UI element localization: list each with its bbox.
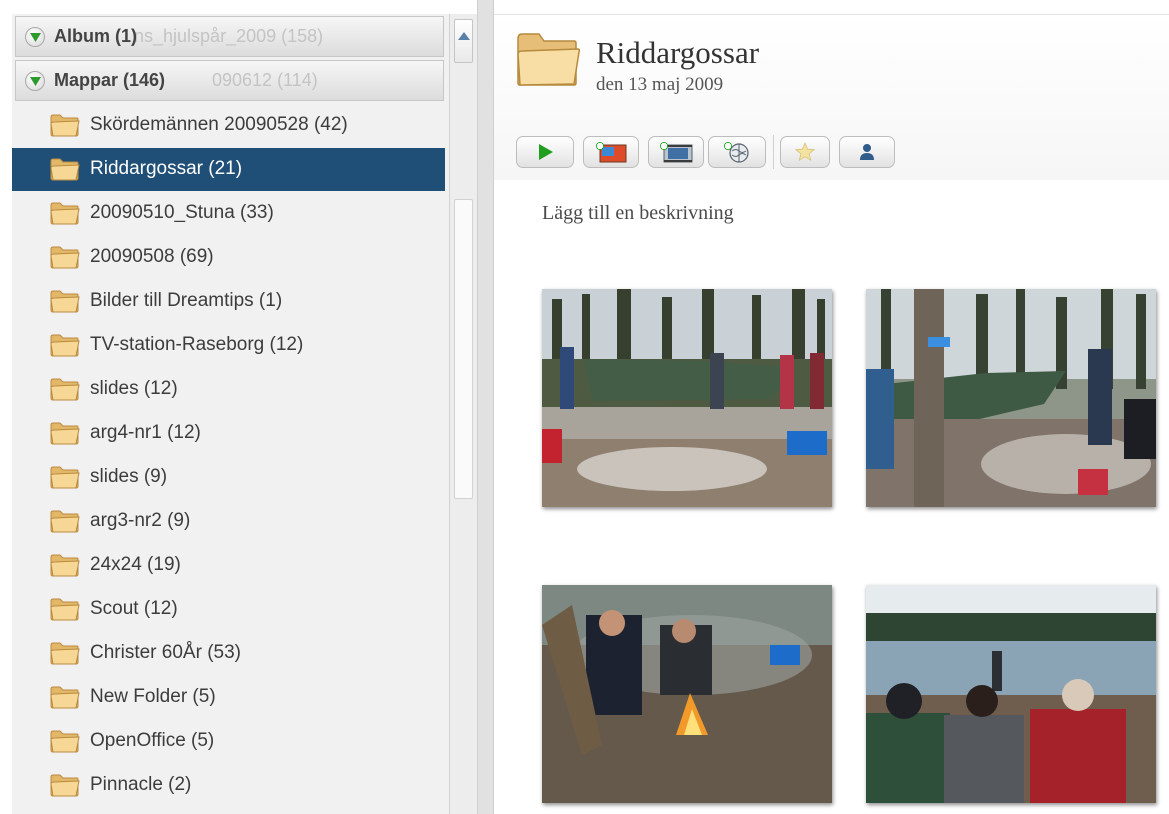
add-photo-icon	[596, 142, 627, 163]
play-icon	[539, 144, 553, 160]
person-icon	[860, 144, 874, 160]
folder-label: OpenOffice (5)	[90, 730, 215, 751]
photo-thumbnail[interactable]	[866, 585, 1156, 803]
folder-sidebar: ns_hjulspår_2009 (158) Album (1) 090612 …	[12, 14, 477, 814]
play-slideshow-button[interactable]	[516, 136, 574, 168]
folder-icon	[50, 289, 80, 318]
folder-icon	[50, 641, 80, 670]
folder-label: New Folder (5)	[90, 686, 216, 707]
folder-icon	[50, 597, 80, 626]
folder-label: Skördemännen 20090528 (42)	[90, 114, 348, 135]
folder-icon	[50, 553, 80, 582]
photo-lake-view	[866, 585, 1156, 803]
folder-icon	[50, 729, 80, 758]
folder-large-icon	[517, 33, 580, 86]
rate-button[interactable]	[780, 136, 830, 168]
folder-item[interactable]: Skördemännen 20090528 (42)	[12, 104, 445, 147]
folder-icon	[50, 201, 80, 230]
folder-label: Scout (12)	[90, 598, 178, 619]
folder-label: Christer 60År (53)	[90, 642, 241, 663]
expand-arrow-icon[interactable]	[25, 27, 45, 47]
folder-icon	[50, 377, 80, 406]
folder-label: Riddargossar (21)	[90, 158, 243, 179]
folder-item[interactable]: 20090510_Stuna (33)	[12, 192, 445, 235]
expand-arrow-icon[interactable]	[25, 71, 45, 91]
photo-campfire	[542, 585, 832, 803]
album-ghost-label: ns_hjulspår_2009 (158)	[134, 26, 324, 46]
add-movie-button[interactable]	[648, 136, 704, 168]
folder-label: 24x24 (19)	[90, 554, 181, 575]
folder-label: 20090510_Stuna (33)	[90, 202, 274, 223]
folder-item[interactable]: Bilder till Dreamtips (1)	[12, 280, 445, 323]
add-movie-icon	[660, 142, 693, 163]
folder-item[interactable]: arg4-nr1 (12)	[12, 412, 445, 455]
folder-label: slides (9)	[90, 466, 168, 487]
tag-person-button[interactable]	[839, 136, 895, 168]
add-web-button[interactable]	[708, 136, 766, 168]
star-icon	[795, 142, 815, 162]
album-content: Riddargossar den 13 maj 2009 Lägg till e…	[494, 14, 1169, 814]
folder-item[interactable]: 20090508 (69)	[12, 236, 445, 279]
folders-section-label: Mappar (146)	[54, 70, 166, 90]
folder-item[interactable]: Christer 60År (53)	[12, 632, 445, 675]
folder-item[interactable]: Scout (12)	[12, 588, 445, 631]
folder-item[interactable]: 24x24 (19)	[12, 544, 445, 587]
photo-tree-tarp	[866, 289, 1156, 507]
photo-thumbnail[interactable]	[866, 289, 1156, 507]
add-web-icon	[724, 142, 749, 163]
folder-label: Pinnacle (2)	[90, 774, 192, 795]
folder-item[interactable]: slides (9)	[12, 456, 445, 499]
page-title: Riddargossar	[596, 35, 760, 70]
folder-item[interactable]: New Folder (5)	[12, 676, 445, 719]
folder-label: 20090508 (69)	[90, 246, 214, 267]
folder-icon	[50, 773, 80, 802]
folder-item[interactable]: slides (12)	[12, 368, 445, 411]
photo-thumbnail[interactable]	[542, 585, 832, 803]
folder-icon	[50, 333, 80, 362]
folders-ghost-label: 090612 (114)	[212, 70, 318, 90]
add-photo-button[interactable]	[583, 136, 639, 168]
folder-item[interactable]: OpenOffice (5)	[12, 720, 445, 763]
folder-icon	[50, 685, 80, 714]
photo-tarp-camp	[542, 289, 832, 507]
chevron-up-icon	[458, 32, 470, 40]
pane-divider[interactable]	[477, 0, 494, 814]
folder-icon	[50, 245, 80, 274]
album-section-header[interactable]: ns_hjulspår_2009 (158) Album (1)	[15, 16, 444, 57]
description-field[interactable]: Lägg till en beskrivning	[542, 202, 734, 225]
folder-label: TV-station-Raseborg (12)	[90, 334, 304, 355]
album-date: den 13 maj 2009	[596, 74, 724, 95]
sidebar-scrollbar[interactable]	[449, 14, 477, 814]
folder-icon	[50, 509, 80, 538]
folder-icon	[50, 465, 80, 494]
folder-icon	[50, 421, 80, 450]
folder-item[interactable]: Riddargossar (21)	[12, 148, 445, 191]
folders-section-header[interactable]: 090612 (114) Mappar (146)	[15, 60, 444, 101]
folder-label: slides (12)	[90, 378, 178, 399]
photo-thumbnail[interactable]	[542, 289, 832, 507]
folder-item[interactable]: arg3-nr2 (9)	[12, 500, 445, 543]
scroll-up-button[interactable]	[454, 19, 473, 63]
toolbar-separator	[773, 135, 774, 169]
folder-icon	[50, 113, 80, 142]
scrollbar-thumb[interactable]	[454, 199, 473, 499]
folder-label: arg4-nr1 (12)	[90, 422, 201, 443]
folder-icon	[50, 157, 80, 186]
folder-label: arg3-nr2 (9)	[90, 510, 191, 531]
folder-item[interactable]: TV-station-Raseborg (12)	[12, 324, 445, 367]
folder-label: Bilder till Dreamtips (1)	[90, 290, 283, 311]
album-section-label: Album (1)	[54, 26, 137, 46]
folder-item[interactable]: Pinnacle (2)	[12, 764, 445, 807]
